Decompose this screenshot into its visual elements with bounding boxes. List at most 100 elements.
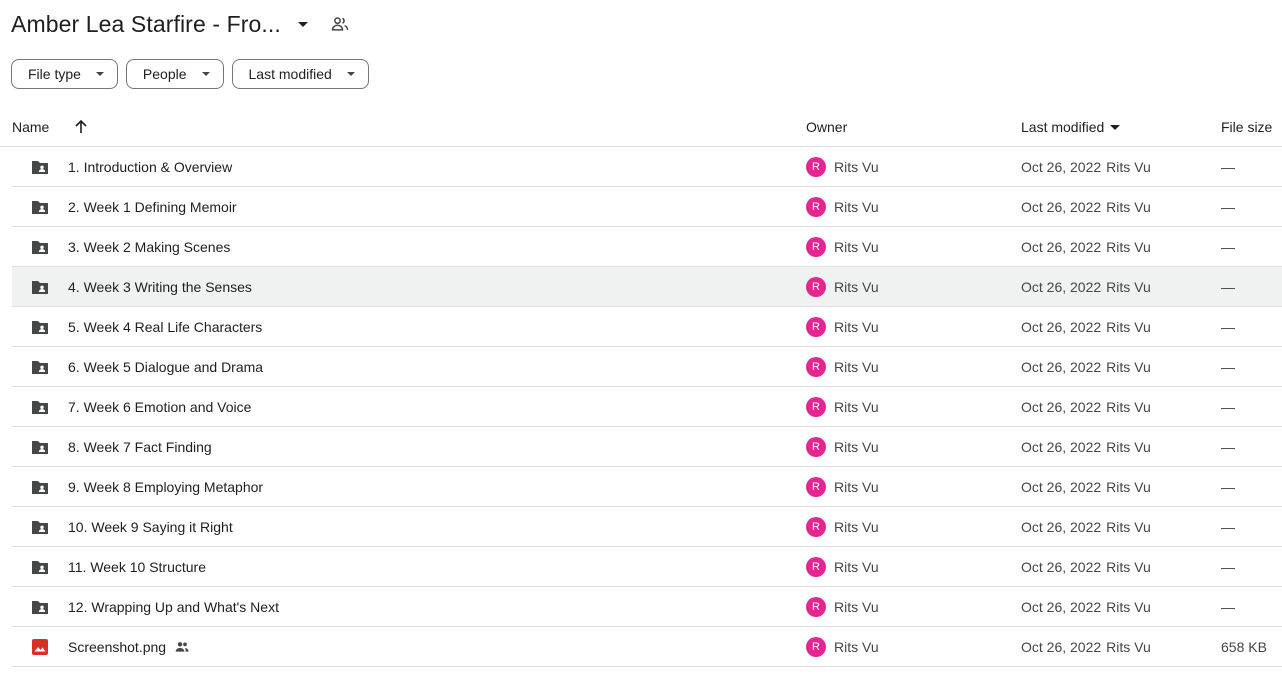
avatar: R [806, 356, 826, 377]
file-size: — [1221, 598, 1235, 615]
owner-name: Rits Vu [834, 638, 879, 655]
shared-folder-icon [30, 157, 50, 177]
file-size: 658 KB [1221, 638, 1267, 655]
image-file-icon [30, 637, 50, 657]
owner-name: Rits Vu [834, 598, 879, 615]
owner-name: Rits Vu [834, 198, 879, 215]
arrow-drop-down-icon[interactable] [293, 14, 313, 34]
modified-date: Oct 26, 2022 [1021, 518, 1102, 535]
last-modified-cell: Oct 26, 2022 Rits Vu [1021, 587, 1151, 626]
table-row[interactable]: 6. Week 5 Dialogue and Drama R Rits Vu Oct … [12, 347, 1282, 387]
file-name-text: 9. Week 8 Employing Metaphor [68, 478, 264, 495]
table-row[interactable]: 5. Week 4 Real Life Characters R Rits Vu Oc… [12, 307, 1282, 347]
table-row[interactable]: 9. Week 8 Employing Metaphor R Rits Vu Oct … [12, 467, 1282, 507]
file-size: — [1221, 198, 1235, 215]
owner-name: Rits Vu [834, 438, 879, 455]
file-size: — [1221, 398, 1235, 415]
owner-cell: R Rits Vu [806, 627, 879, 666]
filter-label: People [142, 66, 187, 82]
file-name-text: 11. Week 10 Structure [68, 558, 206, 575]
last-modified-cell: Oct 26, 2022 Rits Vu [1021, 347, 1151, 386]
owner-name: Rits Vu [834, 518, 879, 535]
filter-label: Last modified [248, 66, 332, 82]
owner-cell: R Rits Vu [806, 227, 879, 266]
file-name: 9. Week 8 Employing Metaphor [68, 467, 263, 506]
file-name: 5. Week 4 Real Life Characters [68, 307, 262, 346]
file-name: 4. Week 3 Writing the Senses [68, 267, 252, 306]
table-row[interactable]: 3. Week 2 Making Scenes R Rits Vu Oct 26, 2… [12, 227, 1282, 267]
shared-folder-icon [30, 437, 50, 457]
filter-label: File type [28, 66, 81, 82]
avatar: R [806, 236, 826, 257]
table-row[interactable]: 7. Week 6 Emotion and Voice R Rits Vu Oct 2… [12, 387, 1282, 427]
shared-folder-icon [30, 197, 50, 217]
column-header-owner: Owner [806, 119, 848, 135]
modified-by: Rits Vu [1106, 638, 1151, 655]
file-size: — [1221, 358, 1235, 375]
modified-by: Rits Vu [1106, 438, 1151, 455]
file-name-text: 3. Week 2 Making Scenes [68, 238, 231, 255]
arrow-drop-down-icon [346, 69, 356, 79]
owner-name: Rits Vu [834, 238, 879, 255]
file-name-text: 4. Week 3 Writing the Senses [68, 278, 252, 295]
modified-by: Rits Vu [1106, 398, 1151, 415]
table-row[interactable]: Screenshot.png R Rits Vu Oct 26, 2022 Rits V… [12, 627, 1282, 667]
owner-cell: R Rits Vu [806, 467, 879, 506]
owner-name: Rits Vu [834, 398, 879, 415]
shared-folder-icon [30, 277, 50, 297]
people-filter[interactable]: People [125, 59, 224, 89]
table-row[interactable]: 4. Week 3 Writing the Senses R Rits Vu Oct … [12, 267, 1282, 307]
table-row[interactable]: 11. Week 10 Structure R Rits Vu Oct 26, 202… [12, 547, 1282, 587]
modified-date: Oct 26, 2022 [1021, 238, 1102, 255]
avatar: R [806, 396, 826, 417]
owner-name: Rits Vu [834, 158, 879, 175]
owner-cell: R Rits Vu [806, 507, 879, 546]
file-name-text: 2. Week 1 Defining Memoir [68, 198, 237, 215]
file-type-filter[interactable]: File type [11, 59, 118, 89]
owner-name: Rits Vu [834, 318, 879, 335]
column-header-last-modified[interactable]: Last modified [1021, 107, 1121, 147]
file-name-text: 12. Wrapping Up and What's Next [68, 598, 279, 615]
file-name-text: 6. Week 5 Dialogue and Drama [68, 358, 264, 375]
modified-date: Oct 26, 2022 [1021, 558, 1102, 575]
table-row[interactable]: 2. Week 1 Defining Memoir R Rits Vu Oct 26,… [12, 187, 1282, 227]
modified-date: Oct 26, 2022 [1021, 398, 1102, 415]
last-modified-cell: Oct 26, 2022 Rits Vu [1021, 307, 1151, 346]
file-name: 2. Week 1 Defining Memoir [68, 187, 237, 226]
file-name-text: 5. Week 4 Real Life Characters [68, 318, 263, 335]
file-name-text: Screenshot.png [68, 638, 167, 655]
shared-folder-icon [30, 397, 50, 417]
modified-by: Rits Vu [1106, 198, 1151, 215]
table-row[interactable]: 1. Introduction & Overview R Rits Vu Oct 26… [12, 147, 1282, 187]
folder-title[interactable]: Amber Lea Starfire - Fro... [11, 11, 281, 38]
shared-folder-icon [30, 597, 50, 617]
shared-folder-icon [30, 517, 50, 537]
arrow-drop-down-icon [1109, 121, 1121, 133]
last-modified-cell: Oct 26, 2022 Rits Vu [1021, 467, 1151, 506]
modified-by: Rits Vu [1106, 558, 1151, 575]
people-outline-icon[interactable] [330, 14, 350, 34]
modified-by: Rits Vu [1106, 358, 1151, 375]
arrow-drop-down-icon [201, 69, 211, 79]
modified-date: Oct 26, 2022 [1021, 158, 1102, 175]
owner-cell: R Rits Vu [806, 387, 879, 426]
modified-by: Rits Vu [1106, 238, 1151, 255]
owner-cell: R Rits Vu [806, 547, 879, 586]
header: Amber Lea Starfire - Fro... [11, 6, 350, 42]
column-header-name[interactable]: Name [12, 107, 49, 147]
modified-date: Oct 26, 2022 [1021, 318, 1102, 335]
table-row[interactable]: 8. Week 7 Fact Finding R Rits Vu Oct 26, 20… [12, 427, 1282, 467]
file-list: 1. Introduction & Overview R Rits Vu Oct 26… [12, 147, 1282, 667]
modified-date: Oct 26, 2022 [1021, 478, 1102, 495]
table-row[interactable]: 10. Week 9 Saying it Right R Rits Vu Oct 26… [12, 507, 1282, 547]
last-modified-filter[interactable]: Last modified [231, 59, 369, 89]
shared-folder-icon [30, 317, 50, 337]
modified-date: Oct 26, 2022 [1021, 278, 1102, 295]
file-size: — [1221, 238, 1235, 255]
table-row[interactable]: 12. Wrapping Up and What's Next R Rits Vu O… [12, 587, 1282, 627]
file-size: — [1221, 278, 1235, 295]
arrow-upward-icon[interactable] [72, 107, 90, 147]
file-name: 8. Week 7 Fact Finding [68, 427, 212, 466]
file-name: 10. Week 9 Saying it Right [68, 507, 233, 546]
modified-by: Rits Vu [1106, 158, 1151, 175]
